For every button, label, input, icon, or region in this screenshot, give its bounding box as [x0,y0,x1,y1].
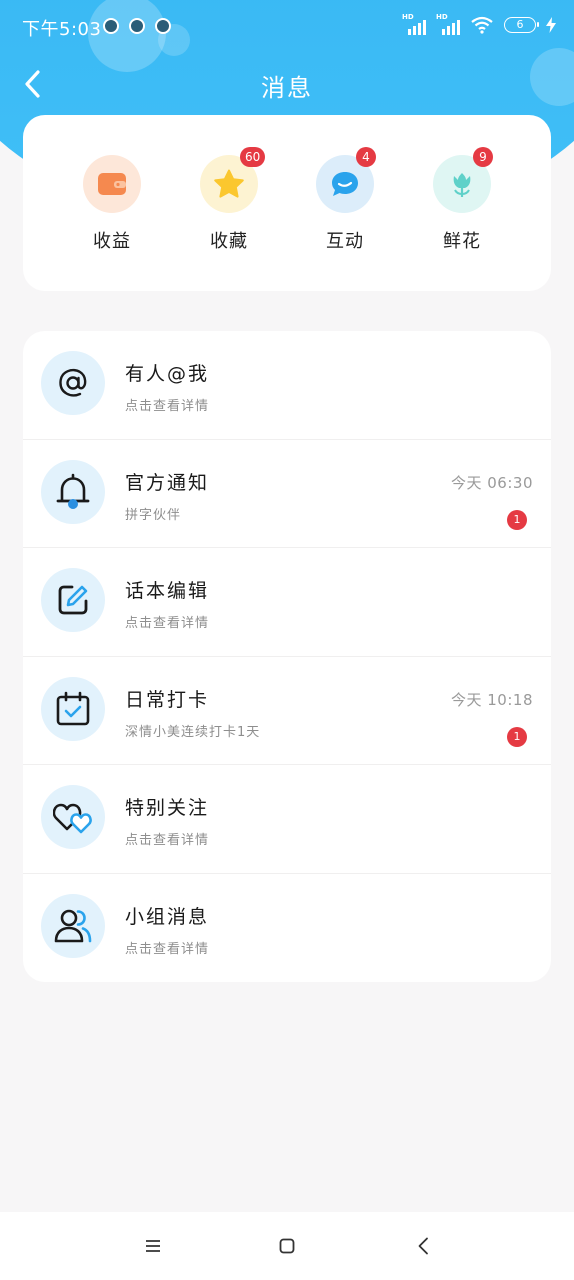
wifi-icon [471,16,493,34]
message-time: 今天 06:30 [451,473,533,492]
message-row-official[interactable]: 官方通知 拼字伙伴 今天 06:30 1 [23,440,551,548]
home-button[interactable] [272,1232,302,1260]
app-notification-icon [129,18,145,34]
unread-badge: 4 [356,147,376,167]
battery-level: 6 [516,18,524,31]
message-title: 话本编辑 [125,580,210,602]
category-favorites[interactable]: 60 收藏 [184,147,274,253]
category-label: 收藏 [210,231,248,252]
title-bar: 消息 [0,56,574,114]
message-icon-circle [41,459,105,524]
messages-screen: 下午5:03 HD HD 6 消息 收益 60 收藏 4 互动 9 鲜花 有人@… [0,0,574,1280]
category-icon-circle: 4 [316,147,376,213]
message-row-story-edit[interactable]: 话本编辑 点击查看详情 [23,548,551,657]
menu-icon [146,1240,160,1252]
message-icon-circle [41,893,105,958]
message-row-checkin[interactable]: 日常打卡 深情小美连续打卡1天 今天 10:18 1 [23,657,551,765]
status-bar: 下午5:03 HD HD 6 [0,0,574,52]
status-time: 下午5:03 [22,19,102,40]
unread-badge: 1 [507,726,527,747]
message-row-mentions[interactable]: 有人@我 点击查看详情 [23,331,551,440]
message-time: 今天 10:18 [451,690,533,709]
message-title: 小组消息 [125,905,210,928]
at-sign-icon [59,368,87,397]
message-subtitle: 点击查看详情 [125,941,210,957]
home-icon [279,1238,295,1254]
system-back-button[interactable] [408,1232,438,1260]
app-notification-icon [155,18,171,34]
message-icon-circle [41,785,105,849]
message-subtitle: 点击查看详情 [125,399,210,414]
status-indicators: HD HD 6 [402,13,556,35]
category-icon-circle [83,155,141,213]
message-subtitle: 点击查看详情 [125,616,210,631]
message-row-special-follow[interactable]: 特别关注 点击查看详情 [23,765,551,874]
category-income[interactable]: 收益 [67,155,157,253]
message-icon-circle [41,676,105,741]
category-interaction[interactable]: 4 互动 [300,147,390,253]
chat-bubble-icon [332,172,358,196]
category-icon-circle: 60 [200,147,266,213]
group-icon [54,909,92,942]
bell-icon [56,473,90,509]
category-icon-circle: 9 [433,147,493,213]
unread-badge: 9 [473,147,493,167]
app-notification-icon [103,18,119,34]
category-label: 鲜花 [443,231,481,252]
notification-icons [103,18,171,34]
menu-button[interactable] [138,1232,168,1260]
edit-icon [58,585,88,615]
battery-icon: 6 [504,17,539,33]
message-title: 特别关注 [125,797,210,819]
back-icon [418,1237,428,1255]
category-flowers[interactable]: 9 鲜花 [417,147,507,253]
unread-badge: 60 [240,147,266,167]
calendar-check-icon [56,691,90,725]
star-icon [214,169,244,198]
unread-badge: 1 [507,509,527,530]
message-icon-circle [41,568,105,632]
category-card: 收益 60 收藏 4 互动 9 鲜花 [23,115,551,291]
cell-signal-icon: HD [436,13,460,35]
cell-signal-icon: HD [402,13,426,35]
message-subtitle: 深情小美连续打卡1天 [125,724,261,740]
category-label: 互动 [326,231,364,252]
category-label: 收益 [93,231,131,252]
message-subtitle: 点击查看详情 [125,833,210,848]
message-row-group[interactable]: 小组消息 点击查看详情 [23,874,551,983]
hearts-icon [53,803,92,834]
message-title: 有人@我 [125,363,210,385]
page-title: 消息 [261,74,313,102]
message-icon-circle [41,351,105,415]
system-nav-bar [0,1212,574,1280]
message-title: 日常打卡 [125,688,210,711]
charging-icon [546,17,556,33]
flower-icon [453,173,471,197]
message-subtitle: 拼字伙伴 [125,507,182,523]
message-title: 官方通知 [125,471,210,494]
message-list: 有人@我 点击查看详情 官方通知 拼字伙伴 今天 06:30 1 话本编辑 点击… [23,331,551,982]
wallet-icon [98,173,126,195]
